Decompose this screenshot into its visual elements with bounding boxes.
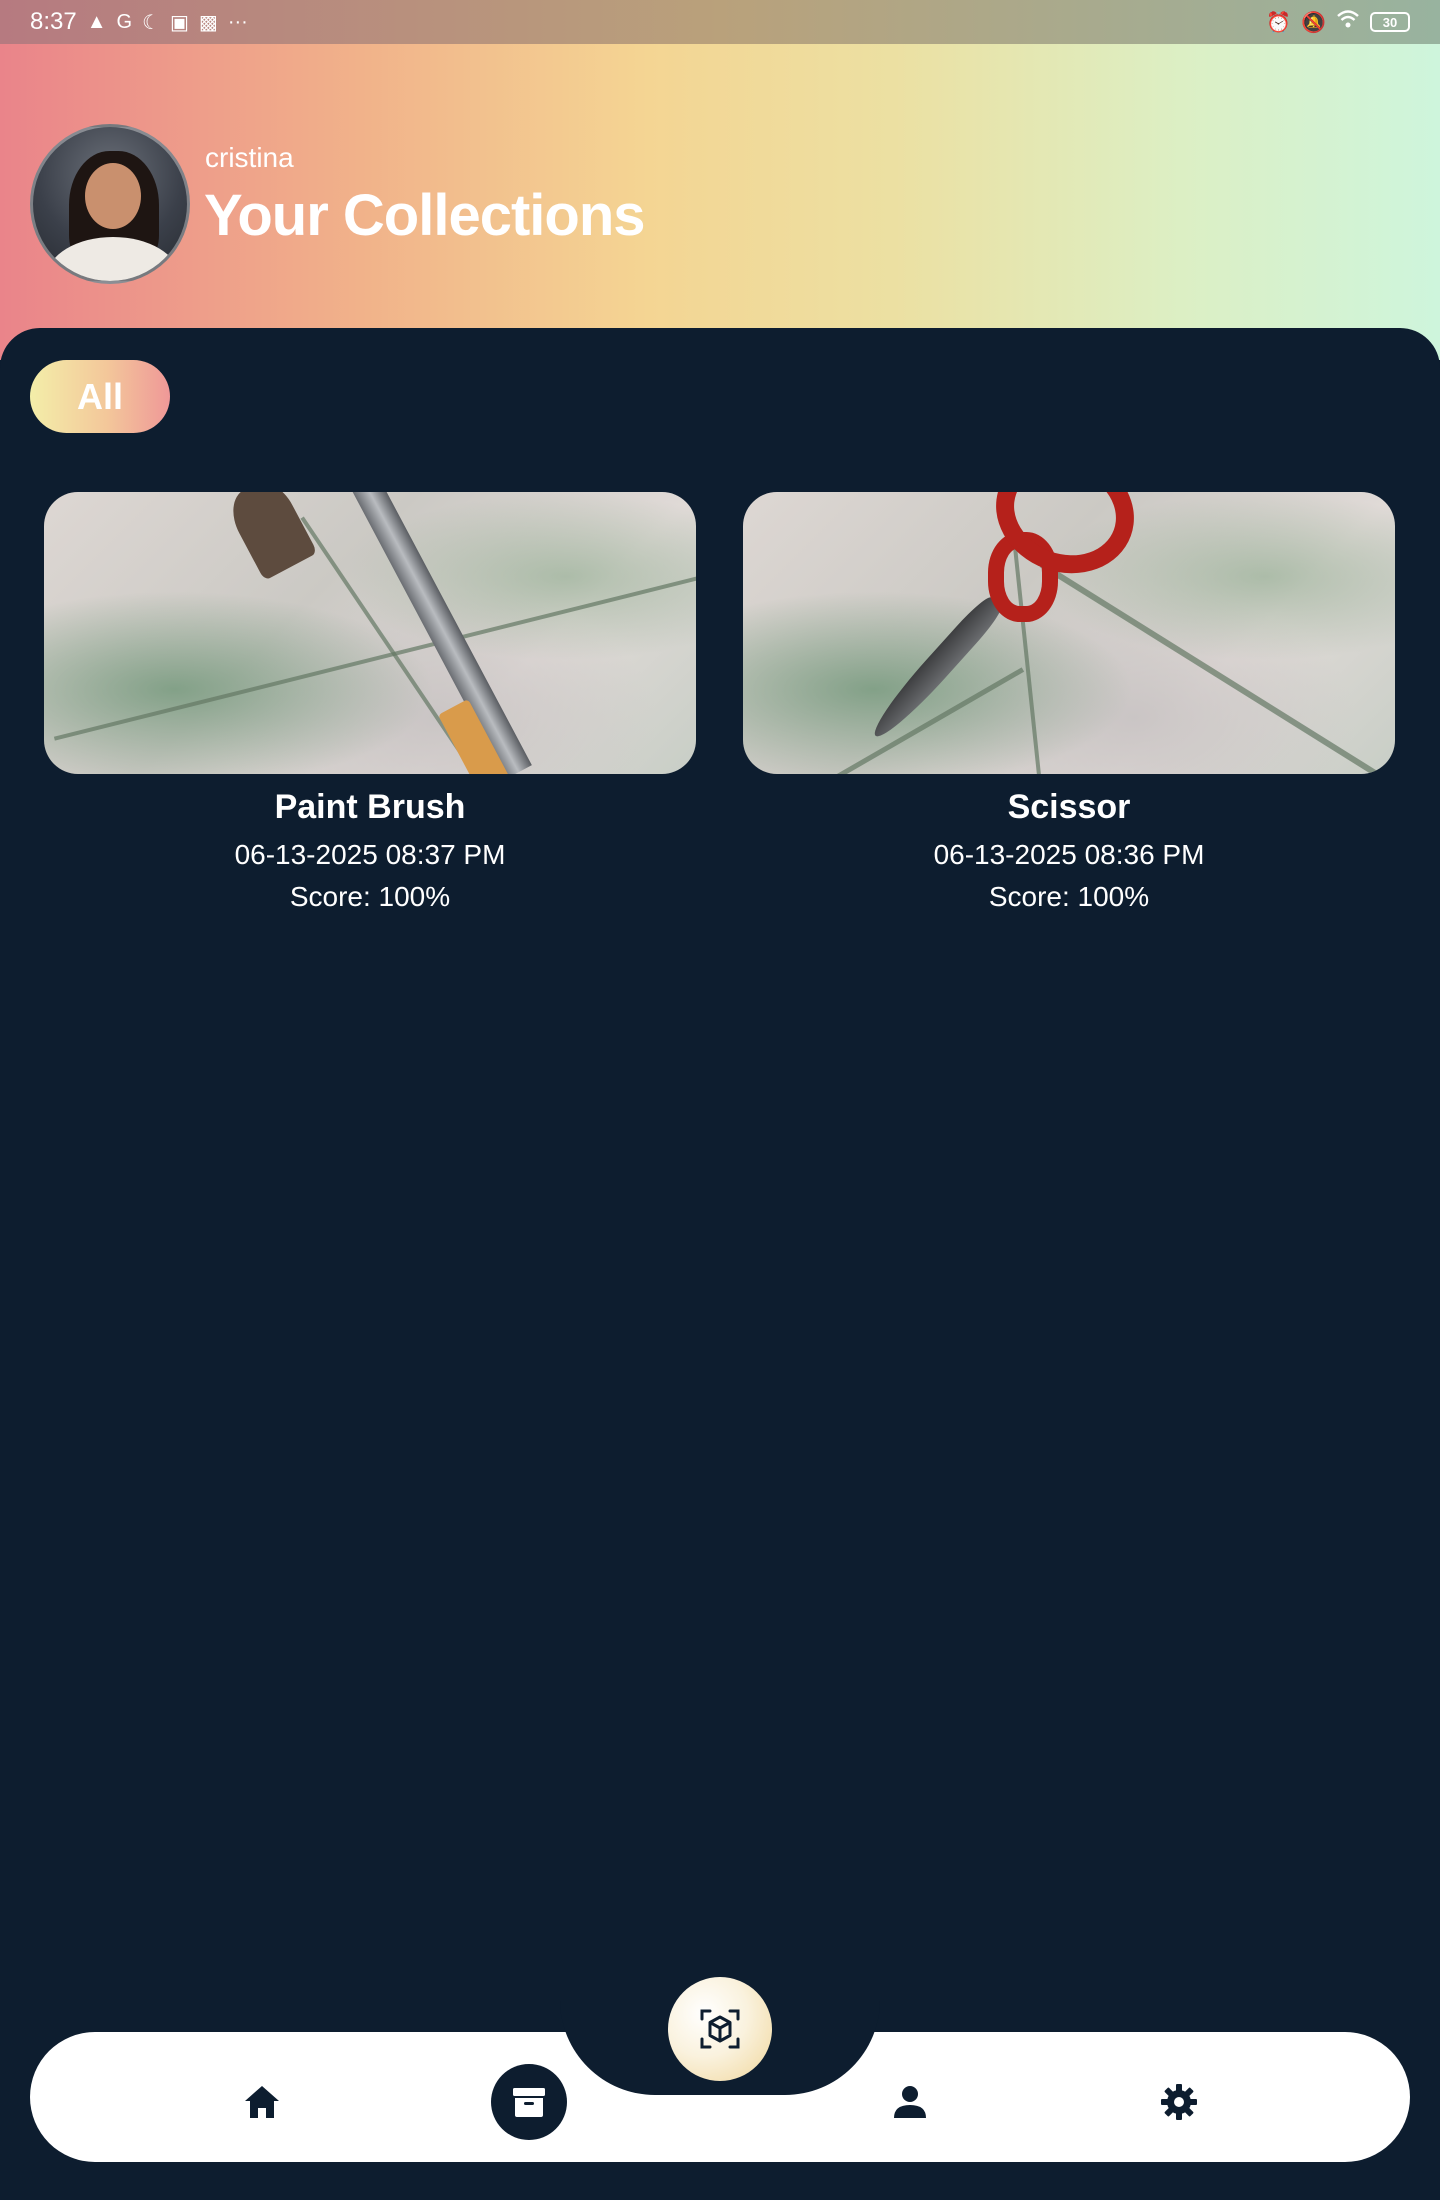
brush-ferrule <box>345 492 532 774</box>
username: cristina <box>205 142 294 173</box>
filter-chip-all[interactable]: All <box>30 360 170 433</box>
home-icon <box>245 2086 279 2118</box>
status-time: 8:37 <box>30 8 77 35</box>
scan-cube-icon <box>700 2009 740 2049</box>
status-bar: 8:37 ▲ G ☾ ▣ ▩ ··· ⏰ 🔕 30 <box>0 0 1440 44</box>
collection-card[interactable]: Scissor 06-13-2025 08:36 PM Score: 100% <box>743 492 1395 913</box>
shopping-bag-icon: ▣ <box>170 11 189 34</box>
status-bar-right: ⏰ 🔕 30 <box>1266 9 1410 35</box>
collection-date: 06-13-2025 08:36 PM <box>933 839 1205 870</box>
mute-icon: 🔕 <box>1301 11 1326 34</box>
nav-collections[interactable] <box>491 2064 567 2140</box>
play-app-icon: ▩ <box>198 11 218 34</box>
wifi-icon <box>1336 9 1360 35</box>
alarm-icon: ⏰ <box>1266 11 1292 34</box>
collection-card[interactable]: Paint Brush 06-13-2025 08:37 PM Score: 1… <box>44 492 696 913</box>
gear-icon <box>1161 2084 1197 2120</box>
nav-profile[interactable] <box>872 2064 948 2140</box>
avatar[interactable] <box>30 124 190 284</box>
page-title: Your Collections <box>204 183 646 248</box>
collection-name: Paint Brush <box>274 788 466 826</box>
moon-icon: ☾ <box>142 11 161 34</box>
status-bar-left: 8:37 ▲ G ☾ ▣ ▩ ··· <box>30 8 248 36</box>
more-notifications-icon: ··· <box>227 10 248 33</box>
archive-icon <box>513 2088 545 2117</box>
tile-grout <box>1039 562 1395 774</box>
brush-bristles <box>222 492 318 581</box>
notification-app-icon: ▲ <box>86 10 107 33</box>
google-icon: G <box>116 10 133 33</box>
collection-score: Score: 100% <box>988 881 1150 912</box>
collection-image <box>44 492 696 774</box>
header-background <box>0 0 1440 360</box>
avatar-face <box>85 163 141 229</box>
collection-name: Scissor <box>1007 788 1131 826</box>
scan-button[interactable] <box>668 1977 772 2081</box>
nav-home[interactable] <box>224 2064 300 2140</box>
collection-image <box>743 492 1395 774</box>
tile-grout <box>53 567 696 741</box>
nav-settings[interactable] <box>1141 2064 1217 2140</box>
battery-icon: 30 <box>1370 12 1410 32</box>
person-icon <box>894 2086 926 2118</box>
avatar-dress <box>47 237 179 281</box>
collection-score: Score: 100% <box>289 881 451 912</box>
collection-date: 06-13-2025 08:37 PM <box>234 839 506 870</box>
